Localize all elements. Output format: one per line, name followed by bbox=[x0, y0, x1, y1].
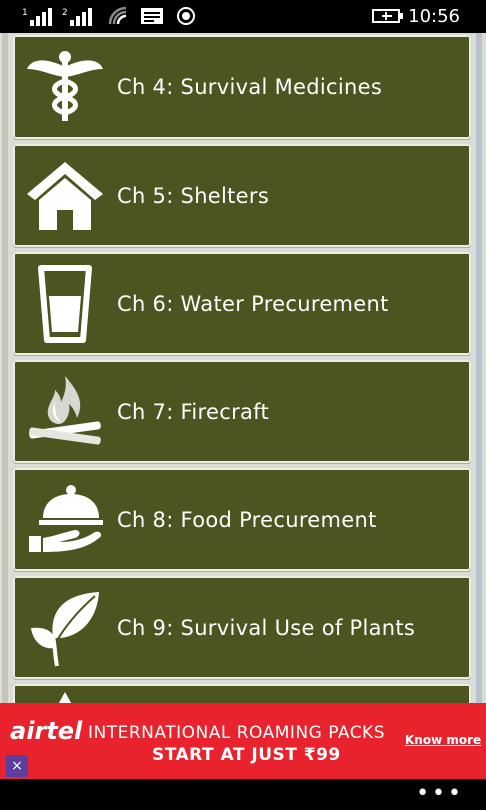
chapter-label: Ch 8: Food Precurement bbox=[117, 507, 377, 532]
chapter-label: Ch 9: Survival Use of Plants bbox=[117, 615, 416, 640]
sim1-label: 1 bbox=[22, 8, 28, 18]
app-bar: ••• bbox=[0, 779, 486, 810]
location-icon bbox=[177, 7, 195, 25]
chapter-label: Ch 7: Firecraft bbox=[117, 399, 270, 424]
sim2-label: 2 bbox=[62, 8, 68, 18]
chapter-item-partial[interactable] bbox=[13, 684, 471, 703]
more-options-button[interactable]: ••• bbox=[416, 781, 464, 806]
chapter-list[interactable]: Ch 4: Survival Medicines Ch 5: Shelters … bbox=[0, 33, 486, 703]
signal-strength-icon: 1 bbox=[22, 8, 52, 26]
right-frame-rail bbox=[476, 33, 482, 703]
chapter-label: Ch 6: Water Precurement bbox=[117, 291, 389, 316]
status-bar: 1 2 10:56 bbox=[0, 0, 486, 33]
chapter-item-survival-use-of-plants[interactable]: Ch 9: Survival Use of Plants bbox=[13, 576, 471, 679]
close-ad-button[interactable]: × bbox=[6, 755, 28, 777]
chapter-item-shelters[interactable]: Ch 5: Shelters bbox=[13, 144, 471, 247]
chapter-item-food-precurement[interactable]: Ch 8: Food Precurement bbox=[13, 468, 471, 571]
know-more-link[interactable]: Know more bbox=[405, 733, 481, 747]
chapter-item-survival-medicines[interactable]: Ch 4: Survival Medicines bbox=[13, 35, 471, 139]
battery-charging-icon bbox=[372, 9, 403, 23]
chapter-item-firecraft[interactable]: Ch 7: Firecraft bbox=[13, 360, 471, 463]
water-glass-icon bbox=[38, 264, 92, 343]
leaf-icon bbox=[31, 591, 99, 666]
chapter-label: Ch 5: Shelters bbox=[117, 183, 270, 208]
wifi-icon bbox=[108, 6, 127, 25]
caduceus-icon bbox=[27, 51, 103, 121]
food-cloche-icon bbox=[29, 484, 103, 552]
clock: 10:56 bbox=[408, 6, 460, 27]
house-icon bbox=[27, 161, 103, 230]
ad-headline: INTERNATIONAL ROAMING PACKS bbox=[88, 723, 385, 743]
campfire-icon bbox=[29, 375, 101, 445]
signal-strength-sim2-icon: 2 bbox=[62, 8, 92, 26]
chapter-item-water-precurement[interactable]: Ch 6: Water Precurement bbox=[13, 252, 471, 355]
airtel-logo: airtel bbox=[10, 717, 83, 745]
partial-icon bbox=[58, 692, 72, 703]
ad-subline: START AT JUST ₹99 bbox=[152, 745, 341, 765]
left-frame-rail bbox=[2, 33, 8, 703]
ad-banner[interactable]: airtel INTERNATIONAL ROAMING PACKS START… bbox=[0, 703, 486, 779]
message-icon bbox=[141, 8, 163, 24]
chapter-label: Ch 4: Survival Medicines bbox=[117, 75, 383, 99]
